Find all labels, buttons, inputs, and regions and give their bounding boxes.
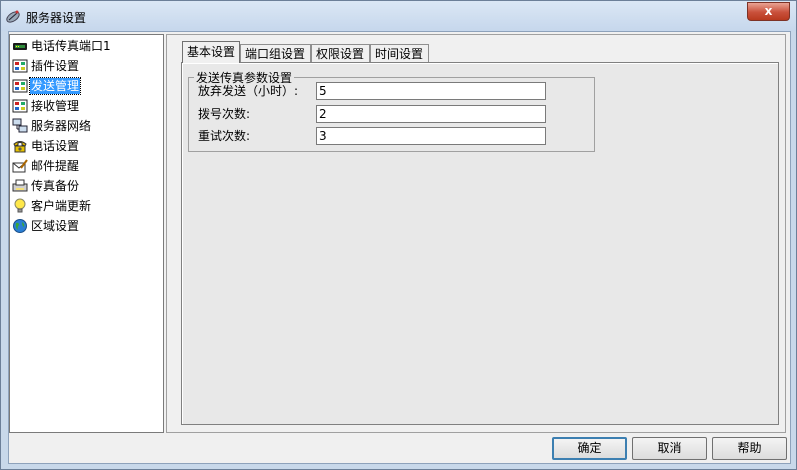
tree-item-fax-port[interactable]: 电话传真端口1 xyxy=(10,36,163,56)
tree-item-label: 邮件提醒 xyxy=(31,159,80,173)
tree-item-receive-management[interactable]: 接收管理 xyxy=(10,96,163,116)
tree-item-label: 电话设置 xyxy=(31,139,80,153)
tree-item-server-network[interactable]: 服务器网络 xyxy=(10,116,163,136)
tab-port-group-settings[interactable]: 端口组设置 xyxy=(240,44,311,62)
ok-button[interactable]: 确定 xyxy=(552,437,627,460)
tree-item-send-management[interactable]: 发送管理 xyxy=(10,76,163,96)
server-settings-window: 服务器设置 x 电话传真端口1 插件设置 发送管理 接收管理 服务器网络 电话设… xyxy=(0,0,797,470)
tab-label: 权限设置 xyxy=(316,47,365,61)
satellite-icon xyxy=(5,8,21,24)
plugin-icon xyxy=(12,58,28,74)
tree-item-region-settings[interactable]: 区域设置 xyxy=(10,216,163,236)
mail-icon xyxy=(12,158,28,174)
tree-item-label: 发送管理 xyxy=(28,77,82,95)
network-icon xyxy=(12,118,28,134)
dialog-body: 电话传真端口1 插件设置 发送管理 接收管理 服务器网络 电话设置 邮件提醒 传… xyxy=(8,31,791,464)
retry-count-input[interactable] xyxy=(316,127,546,145)
retry-count-label: 重试次数: xyxy=(198,129,251,143)
settings-tree[interactable]: 电话传真端口1 插件设置 发送管理 接收管理 服务器网络 电话设置 邮件提醒 传… xyxy=(9,34,164,433)
tree-item-label: 传真备份 xyxy=(31,179,80,193)
tree-item-mail-reminder[interactable]: 邮件提醒 xyxy=(10,156,163,176)
tree-item-phone-settings[interactable]: 电话设置 xyxy=(10,136,163,156)
tree-item-plugins[interactable]: 插件设置 xyxy=(10,56,163,76)
bulb-icon xyxy=(12,198,28,214)
window-title: 服务器设置 xyxy=(26,11,87,25)
tab-label: 时间设置 xyxy=(375,47,424,61)
tab-time-settings[interactable]: 时间设置 xyxy=(370,44,429,62)
dial-count-input[interactable] xyxy=(316,105,546,123)
tab-permission-settings[interactable]: 权限设置 xyxy=(311,44,370,62)
title-bar[interactable]: 服务器设置 x xyxy=(1,1,796,31)
dial-count-label: 拨号次数: xyxy=(198,107,251,121)
modem-icon xyxy=(12,38,28,54)
tab-label: 基本设置 xyxy=(187,45,236,59)
close-icon: x xyxy=(764,4,773,18)
tree-item-label: 电话传真端口1 xyxy=(31,39,111,53)
settings-panel: 基本设置 端口组设置 权限设置 时间设置 发送传真参数设置 放弃发送（小时）: … xyxy=(166,34,786,433)
tab-label: 端口组设置 xyxy=(245,47,306,61)
globe-icon xyxy=(12,218,28,234)
receive-icon xyxy=(12,98,28,114)
help-button[interactable]: 帮助 xyxy=(712,437,787,460)
close-button[interactable]: x xyxy=(747,2,790,21)
abandon-hours-label: 放弃发送（小时）: xyxy=(198,84,299,98)
backup-icon xyxy=(12,178,28,194)
tree-item-label: 接收管理 xyxy=(31,99,80,113)
tree-item-label: 客户端更新 xyxy=(31,199,92,213)
tree-item-label: 服务器网络 xyxy=(31,119,92,133)
basic-settings-page: 发送传真参数设置 放弃发送（小时）: 拨号次数: 重试次数: xyxy=(181,62,779,425)
abandon-hours-input[interactable] xyxy=(316,82,546,100)
tree-item-label: 插件设置 xyxy=(31,59,80,73)
tree-item-label: 区域设置 xyxy=(31,219,80,233)
send-fax-params-group: 发送传真参数设置 放弃发送（小时）: 拨号次数: 重试次数: xyxy=(188,69,595,152)
phone-icon xyxy=(12,138,28,154)
tab-basic-settings[interactable]: 基本设置 xyxy=(182,41,240,63)
cancel-button[interactable]: 取消 xyxy=(632,437,707,460)
tree-item-fax-backup[interactable]: 传真备份 xyxy=(10,176,163,196)
tree-item-client-update[interactable]: 客户端更新 xyxy=(10,196,163,216)
send-icon xyxy=(12,78,28,94)
